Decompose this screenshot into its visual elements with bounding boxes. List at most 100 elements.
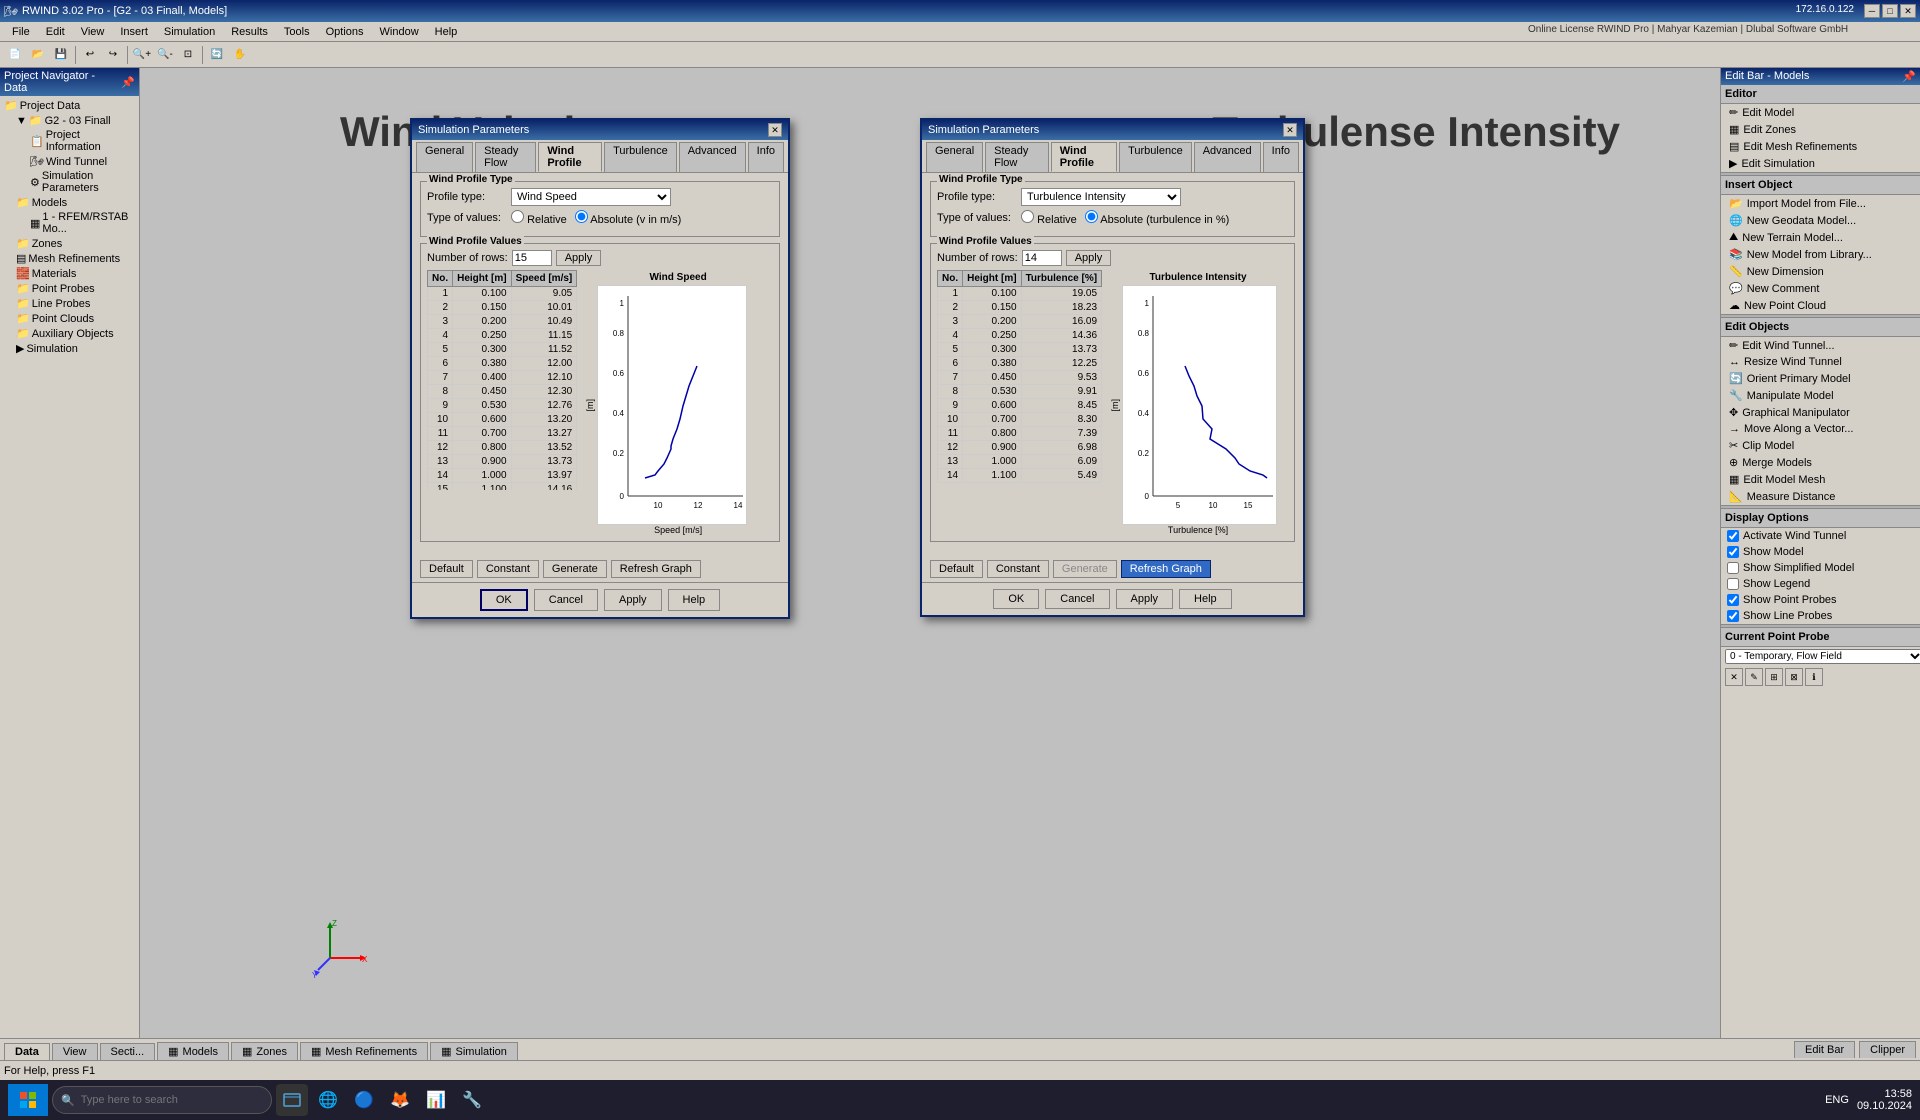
cb-legend-input[interactable]	[1727, 578, 1739, 590]
menu-simulation[interactable]: Simulation	[156, 24, 223, 40]
table-row[interactable]: 130.90013.73	[428, 455, 577, 469]
btab-mesh[interactable]: ▦ Mesh Refinements	[300, 1042, 428, 1060]
toolbar-zoom-in[interactable]: 🔍+	[131, 44, 153, 66]
wind-generate-btn[interactable]: Generate	[543, 560, 607, 578]
table-row[interactable]: 70.4509.53	[938, 371, 1102, 385]
tree-zones[interactable]: 📁 Zones	[2, 236, 137, 251]
absolute-radio[interactable]	[575, 210, 588, 223]
probe-copy-btn[interactable]: ⊞	[1765, 668, 1783, 686]
table-row[interactable]: 151.10014.16	[428, 483, 577, 491]
btab-zones[interactable]: ▦ Zones	[231, 1042, 298, 1060]
table-row[interactable]: 100.60013.20	[428, 413, 577, 427]
toolbar-redo[interactable]: ↪	[102, 44, 124, 66]
table-row[interactable]: 20.15018.23	[938, 301, 1102, 315]
right-merge-models[interactable]: ⊕ Merge Models	[1721, 454, 1920, 471]
table-row[interactable]: 10.1009.05	[428, 287, 577, 301]
turb-cancel-btn[interactable]: Cancel	[1045, 589, 1109, 609]
tree-point-clouds[interactable]: 📁 Point Clouds	[2, 311, 137, 326]
maximize-button[interactable]: □	[1882, 4, 1898, 18]
right-edit-zones[interactable]: ▦ Edit Zones	[1721, 121, 1920, 138]
btab-data[interactable]: Data	[4, 1043, 50, 1060]
right-clip-model[interactable]: ✂ Clip Model	[1721, 437, 1920, 454]
tab-steady-wind[interactable]: Steady Flow	[475, 142, 536, 172]
turb-ok-btn[interactable]: OK	[993, 589, 1039, 609]
turb-help-btn[interactable]: Help	[1179, 589, 1232, 609]
tree-aux-objects[interactable]: 📁 Auxiliary Objects	[2, 326, 137, 341]
right-new-terrain[interactable]: ⛰ New Terrain Model...	[1721, 229, 1920, 246]
close-button[interactable]: ✕	[1900, 4, 1916, 18]
minimize-button[interactable]: ─	[1864, 4, 1880, 18]
tab-general-turb[interactable]: General	[926, 142, 983, 172]
cb-point-probes-input[interactable]	[1727, 594, 1739, 606]
tab-general-wind[interactable]: General	[416, 142, 473, 172]
toolbar-pan[interactable]: ✋	[229, 44, 251, 66]
apply-rows-btn-turb[interactable]: Apply	[1066, 250, 1112, 266]
right-new-dimension[interactable]: 📏 New Dimension	[1721, 263, 1920, 280]
table-row[interactable]: 60.38012.00	[428, 357, 577, 371]
table-row[interactable]: 50.30011.52	[428, 343, 577, 357]
right-edit-wind-tunnel[interactable]: ✏ Edit Wind Tunnel...	[1721, 337, 1920, 354]
tab-windprofile-turb[interactable]: Wind Profile	[1051, 142, 1117, 172]
table-row[interactable]: 90.53012.76	[428, 399, 577, 413]
current-probe-select[interactable]: 0 - Temporary, Flow Field	[1725, 649, 1920, 664]
dialog-wind-close[interactable]: ✕	[768, 123, 782, 137]
num-rows-input-wind[interactable]	[512, 250, 552, 266]
toolbar-save[interactable]: 💾	[50, 44, 72, 66]
tree-simulation[interactable]: ▶ Simulation	[2, 341, 137, 356]
tree-line-probes[interactable]: 📁 Line Probes	[2, 296, 137, 311]
task-icon-app1[interactable]: 📊	[420, 1084, 452, 1116]
table-row[interactable]: 120.80013.52	[428, 441, 577, 455]
table-row[interactable]: 50.30013.73	[938, 343, 1102, 357]
relative-radio[interactable]	[511, 210, 524, 223]
search-input[interactable]	[81, 1094, 251, 1106]
btab-view[interactable]: View	[52, 1043, 98, 1060]
tree-materials[interactable]: 🧱 Materials	[2, 266, 137, 281]
probe-info-btn[interactable]: ℹ	[1805, 668, 1823, 686]
right-move-vector[interactable]: → Move Along a Vector...	[1721, 421, 1920, 437]
right-new-library[interactable]: 📚 New Model from Library...	[1721, 246, 1920, 263]
table-row[interactable]: 110.70013.27	[428, 427, 577, 441]
tab-advanced-turb[interactable]: Advanced	[1194, 142, 1261, 172]
btab-secti[interactable]: Secti...	[100, 1043, 156, 1060]
menu-results[interactable]: Results	[223, 24, 276, 40]
turb-constant-btn[interactable]: Constant	[987, 560, 1049, 578]
table-row[interactable]: 90.6008.45	[938, 399, 1102, 413]
tree-project-info[interactable]: 📋 Project Information	[2, 128, 137, 154]
right-new-point-cloud[interactable]: ☁ New Point Cloud	[1721, 297, 1920, 314]
table-row[interactable]: 80.45012.30	[428, 385, 577, 399]
wind-constant-btn[interactable]: Constant	[477, 560, 539, 578]
tree-sim-params[interactable]: ⚙ Simulation Parameters	[2, 169, 137, 195]
tab-turbulence-wind[interactable]: Turbulence	[604, 142, 677, 172]
turb-relative-radio[interactable]	[1021, 210, 1034, 223]
btab-edit-bar[interactable]: Edit Bar	[1794, 1041, 1855, 1058]
task-icon-firefox[interactable]: 🦊	[384, 1084, 416, 1116]
tree-point-probes[interactable]: 📁 Point Probes	[2, 281, 137, 296]
task-icon-app2[interactable]: 🔧	[456, 1084, 488, 1116]
tab-info-wind[interactable]: Info	[748, 142, 784, 172]
wind-cancel-btn[interactable]: Cancel	[534, 589, 598, 611]
task-icon-chrome[interactable]: 🔵	[348, 1084, 380, 1116]
right-orient-model[interactable]: 🔄 Orient Primary Model	[1721, 370, 1920, 387]
table-row[interactable]: 30.20010.49	[428, 315, 577, 329]
table-row[interactable]: 20.15010.01	[428, 301, 577, 315]
menu-tools[interactable]: Tools	[276, 24, 318, 40]
table-row[interactable]: 110.8007.39	[938, 427, 1102, 441]
num-rows-input-turb[interactable]	[1022, 250, 1062, 266]
wind-apply-btn[interactable]: Apply	[604, 589, 662, 611]
right-graphical-manip[interactable]: ✥ Graphical Manipulator	[1721, 404, 1920, 421]
right-panel-pin[interactable]: 📌	[1902, 70, 1916, 83]
menu-help[interactable]: Help	[427, 24, 466, 40]
right-manipulate-model[interactable]: 🔧 Manipulate Model	[1721, 387, 1920, 404]
right-new-geodata[interactable]: 🌐 New Geodata Model...	[1721, 212, 1920, 229]
table-row[interactable]: 40.25011.15	[428, 329, 577, 343]
turb-apply-btn[interactable]: Apply	[1116, 589, 1174, 609]
btab-clipper[interactable]: Clipper	[1859, 1041, 1916, 1058]
turb-refresh-btn[interactable]: Refresh Graph	[1121, 560, 1211, 578]
right-edit-mesh[interactable]: ▤ Edit Mesh Refinements	[1721, 138, 1920, 155]
right-import-model[interactable]: 📂 Import Model from File...	[1721, 195, 1920, 212]
menu-view[interactable]: View	[73, 24, 113, 40]
right-edit-model-mesh[interactable]: ▦ Edit Model Mesh	[1721, 471, 1920, 488]
toolbar-zoom-out[interactable]: 🔍-	[154, 44, 176, 66]
cb-show-model-input[interactable]	[1727, 546, 1739, 558]
right-measure-distance[interactable]: 📐 Measure Distance	[1721, 488, 1920, 505]
